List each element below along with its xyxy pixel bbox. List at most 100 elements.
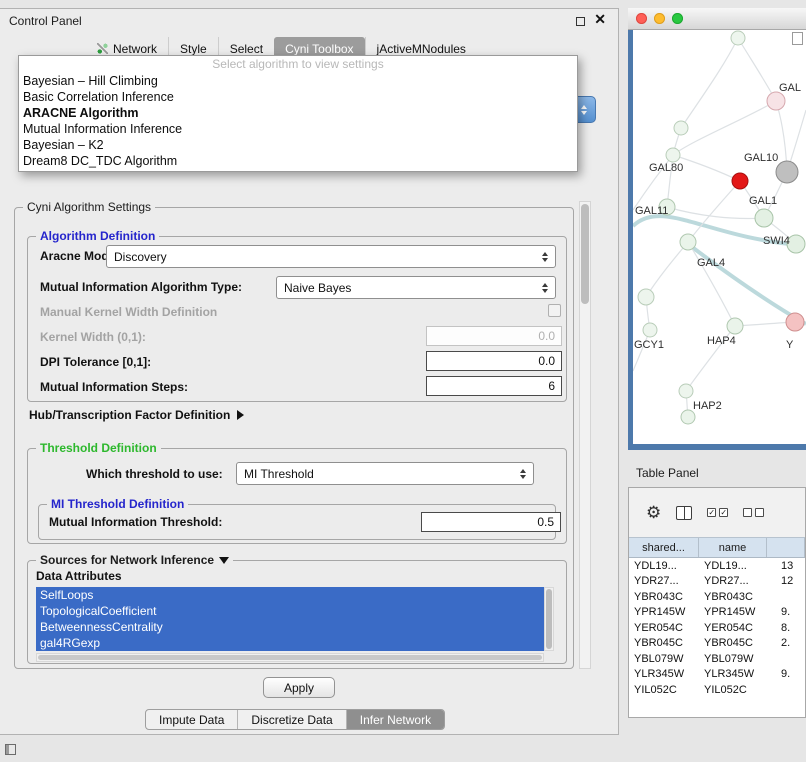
threshold-definition-group: Threshold Definition Which threshold to … [27, 448, 567, 544]
mi-algorithm-type-label: Mutual Information Algorithm Type: [40, 280, 242, 294]
column-header[interactable]: name [699, 538, 767, 557]
table-row[interactable]: YDL19...YDL19...13 [629, 558, 805, 574]
tab-infer-network[interactable]: Infer Network [346, 710, 444, 729]
node-label-hap4: HAP4 [707, 335, 736, 347]
network-node[interactable] [727, 318, 743, 334]
network-edge[interactable] [646, 242, 688, 297]
tab-impute-data[interactable]: Impute Data [146, 710, 237, 729]
network-node[interactable] [666, 148, 680, 162]
table-cell: YIL052C [629, 684, 699, 696]
table-cell: YER054C [699, 622, 767, 634]
mi-algorithm-type-select[interactable]: Naive Bayes [276, 276, 556, 299]
attribute-item-topologicalcoefficient[interactable]: TopologicalCoefficient [36, 603, 544, 619]
table-row[interactable]: YLR345WYLR345W9. [629, 667, 805, 683]
close-icon[interactable] [594, 11, 606, 28]
collapse-down-arrow-icon [219, 557, 229, 564]
attribute-item-gal4rgexp[interactable]: gal4RGexp [36, 635, 544, 651]
zoom-light-icon[interactable] [672, 13, 683, 24]
algorithm-option-dream8-dc-tdc-algorithm[interactable]: Dream8 DC_TDC Algorithm [19, 153, 577, 169]
scrollbar-thumb[interactable] [38, 655, 542, 660]
algorithm-definition-group: Algorithm Definition Aracne Mode: Discov… [27, 236, 567, 402]
apply-button[interactable]: Apply [263, 677, 335, 698]
network-node[interactable] [776, 161, 798, 183]
table-cell: 2. [767, 637, 805, 649]
kernel-width-label: Kernel Width (0,1): [40, 330, 146, 344]
mi-steps-field[interactable]: 6 [426, 376, 562, 396]
close-light-icon[interactable] [636, 13, 647, 24]
dpi-tolerance-label: DPI Tolerance [0,1]: [40, 355, 151, 369]
column-header[interactable]: shared... [629, 538, 699, 557]
minimize-light-icon[interactable] [654, 13, 665, 24]
attributes-list-vscrollbar[interactable] [544, 587, 554, 651]
settings-vscrollbar[interactable] [579, 201, 591, 669]
scrollbar-thumb[interactable] [546, 589, 552, 649]
network-window-titlebar[interactable] [628, 8, 806, 30]
table-cell: 9. [767, 668, 805, 680]
network-node[interactable] [638, 289, 654, 305]
algorithm-option-mutual-information-inference[interactable]: Mutual Information Inference [19, 121, 577, 137]
table-cell: YBR043C [629, 591, 699, 603]
algorithm-option-aracne-algorithm[interactable]: ARACNE Algorithm [19, 105, 577, 121]
network-node[interactable] [731, 31, 745, 45]
node-label-hap2: HAP2 [693, 400, 722, 412]
network-node[interactable] [681, 410, 695, 424]
algorithm-option-bayesian-k2[interactable]: Bayesian – K2 [19, 137, 577, 153]
combo-arrows-icon [542, 283, 548, 293]
column-header[interactable] [767, 538, 805, 557]
mi-threshold-field[interactable]: 0.5 [421, 512, 561, 532]
algorithm-popup-placeholder: Select algorithm to view settings [19, 56, 577, 73]
table-row[interactable]: YDR27...YDR27...12 [629, 574, 805, 590]
network-overview-box[interactable] [792, 32, 803, 45]
attribute-item-selfloops[interactable]: SelfLoops [36, 587, 544, 603]
network-node[interactable] [786, 313, 804, 331]
cyni-algorithm-settings-group: Cyni Algorithm Settings Algorithm Defini… [14, 207, 574, 669]
network-node[interactable] [755, 209, 773, 227]
hub-definition-expander[interactable]: Hub/Transcription Factor Definition [29, 408, 244, 422]
algorithm-option-basic-correlation-inference[interactable]: Basic Correlation Inference [19, 89, 577, 105]
table-toolbar [629, 488, 805, 537]
which-threshold-select[interactable]: MI Threshold [236, 462, 534, 485]
hub-definition-label: Hub/Transcription Factor Definition [29, 408, 230, 422]
dpi-tolerance-field[interactable]: 0.0 [426, 351, 562, 371]
network-node[interactable] [679, 384, 693, 398]
node-label-gal4: GAL4 [697, 257, 725, 269]
table-row[interactable]: YPR145WYPR145W9. [629, 605, 805, 621]
network-graph[interactable]: GALGAL80GAL10GAL11GAL1SWI4GAL4GCY1HAP4YH… [633, 30, 806, 444]
table-header-row: shared...name [629, 537, 805, 558]
table-row[interactable]: YBL079WYBL079W [629, 651, 805, 667]
panel-dock-icon[interactable] [5, 744, 16, 755]
table-row[interactable]: YIL052CYIL052C [629, 682, 805, 698]
network-icon [97, 43, 108, 54]
tab-discretize-data[interactable]: Discretize Data [237, 710, 345, 729]
table-body: YDL19...YDL19...13YDR27...YDR27...12YBR0… [629, 558, 805, 698]
attributes-list-hscrollbar[interactable] [36, 653, 544, 662]
network-edge[interactable] [738, 38, 776, 101]
settings-gear-icon[interactable] [646, 504, 661, 521]
network-node[interactable] [643, 323, 657, 337]
network-edge[interactable] [681, 38, 738, 128]
aracne-mode-select[interactable]: Discovery [106, 245, 556, 268]
table-row[interactable]: YBR045CYBR045C2. [629, 636, 805, 652]
group-title-sources[interactable]: Sources for Network Inference [36, 553, 233, 567]
expand-right-arrow-icon [237, 410, 244, 420]
network-node[interactable] [674, 121, 688, 135]
table-cell: YLR345W [629, 668, 699, 680]
network-node[interactable] [680, 234, 696, 250]
attribute-item-betweennesscentrality[interactable]: BetweennessCentrality [36, 619, 544, 635]
network-canvas[interactable]: GALGAL80GAL10GAL11GAL1SWI4GAL4GCY1HAP4YH… [633, 30, 806, 444]
table-row[interactable]: YBR043CYBR043C [629, 589, 805, 605]
table-row[interactable]: YER054CYER054C8. [629, 620, 805, 636]
algorithm-option-bayesian-hill-climbing[interactable]: Bayesian – Hill Climbing [19, 73, 577, 89]
table-cell: YER054C [629, 622, 699, 634]
network-node[interactable] [767, 92, 785, 110]
network-edge[interactable] [688, 242, 735, 326]
cyni-mode-tabbar: Impute DataDiscretize DataInfer Network [145, 709, 445, 730]
data-attributes-list: SelfLoopsTopologicalCoefficientBetweenne… [36, 587, 544, 651]
network-edge[interactable] [688, 244, 806, 324]
float-window-icon[interactable] [576, 17, 585, 26]
column-layout-icon[interactable] [676, 506, 692, 520]
network-node[interactable] [732, 173, 748, 189]
deselect-all-checkboxes-icon[interactable] [743, 508, 764, 517]
select-all-checkboxes-icon[interactable] [707, 508, 728, 517]
scrollbar-thumb[interactable] [581, 204, 589, 304]
